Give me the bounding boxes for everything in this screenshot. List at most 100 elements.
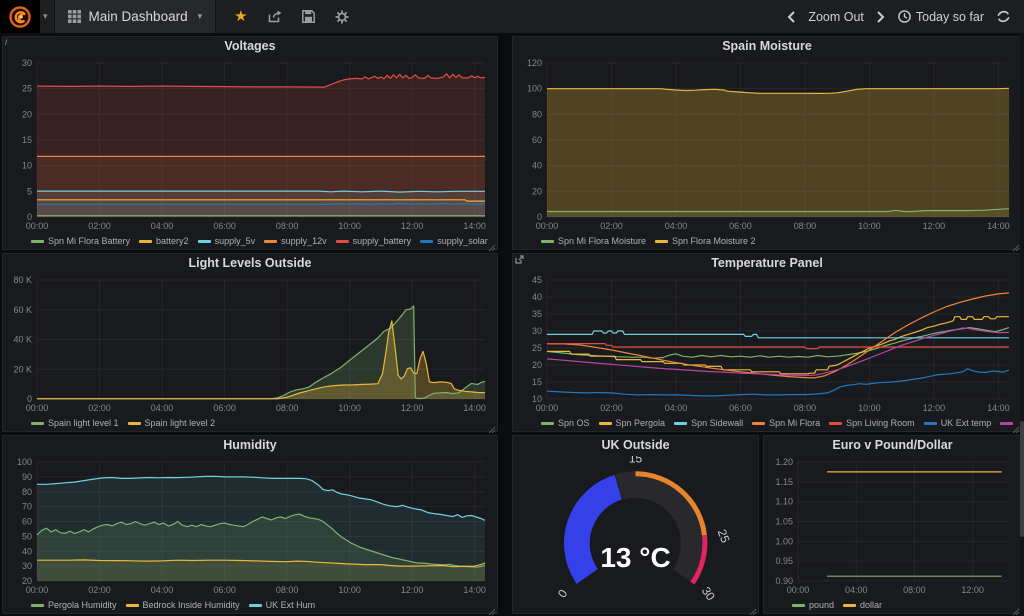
legend-item[interactable]: Spn Mi Flora — [752, 418, 820, 428]
chart-canvas[interactable]: 020 K40 K60 K80 K00:0002:0004:0006:0008:… — [5, 274, 495, 415]
legend-item[interactable]: Spn Mi Flora Moisture — [541, 236, 646, 246]
legend-series-color — [752, 422, 765, 425]
panel-resize-handle[interactable] — [1011, 603, 1020, 612]
svg-text:100: 100 — [17, 457, 32, 467]
grafana-logo-icon — [9, 6, 31, 28]
legend-series-label: Spn OS — [558, 418, 590, 428]
legend-series-label: Spn Mi Flora Battery — [48, 236, 130, 246]
chart-canvas[interactable]: 02040608010012000:0002:0004:0006:0008:00… — [515, 57, 1019, 233]
star-button[interactable]: ★ — [234, 9, 247, 24]
svg-text:14:00: 14:00 — [987, 221, 1010, 231]
legend-item[interactable]: Spn Pergola — [599, 418, 666, 428]
legend-series-color — [792, 604, 805, 607]
time-picker-button[interactable]: Today so far — [898, 10, 984, 24]
chart-canvas[interactable]: 05101520253000:0002:0004:0006:0008:0010:… — [5, 57, 495, 233]
svg-text:14:00: 14:00 — [463, 403, 486, 413]
svg-text:10:00: 10:00 — [338, 403, 361, 413]
panel-resize-handle[interactable] — [748, 603, 757, 612]
svg-text:08:00: 08:00 — [794, 221, 817, 231]
legend-item[interactable]: supply_12v — [264, 236, 327, 246]
save-button[interactable] — [302, 10, 315, 23]
legend-item[interactable]: UK Ext temp — [924, 418, 992, 428]
chart-legend: Spain light level 1 Spain light level 2 — [31, 416, 493, 430]
svg-text:80: 80 — [532, 109, 542, 119]
legend-item[interactable]: Spn Sidewall — [674, 418, 743, 428]
legend-item[interactable]: Spain light level 2 — [128, 418, 216, 428]
legend-series-color — [31, 604, 44, 607]
legend-item[interactable]: Spn OS — [541, 418, 590, 428]
panel-resize-handle[interactable] — [1011, 239, 1020, 248]
panel-title[interactable]: Spain Moisture — [513, 39, 1021, 57]
svg-text:00:00: 00:00 — [787, 585, 810, 595]
panel-title[interactable]: UK Outside — [513, 438, 758, 456]
legend-series-color — [264, 240, 277, 243]
panel-resize-handle[interactable] — [1011, 421, 1020, 430]
legend-series-color — [198, 240, 211, 243]
svg-text:12:00: 12:00 — [961, 585, 984, 595]
settings-button[interactable] — [335, 10, 349, 24]
grafana-logo-button[interactable] — [0, 0, 40, 33]
svg-text:40: 40 — [532, 292, 542, 302]
panel-resize-handle[interactable] — [487, 239, 496, 248]
svg-text:30: 30 — [22, 58, 32, 68]
svg-text:100: 100 — [527, 84, 542, 94]
legend-item[interactable]: battery2 — [139, 236, 189, 246]
legend-series-label: UK Ext Hum — [266, 600, 316, 610]
svg-text:60 K: 60 K — [13, 305, 32, 315]
share-button[interactable] — [268, 10, 282, 23]
legend-item[interactable]: Spn Flora Moisture 2 — [655, 236, 756, 246]
legend-item[interactable]: supply_5v — [198, 236, 256, 246]
info-icon[interactable]: i — [5, 38, 7, 47]
legend-item[interactable]: dollar — [843, 600, 882, 610]
svg-text:12:00: 12:00 — [923, 403, 946, 413]
svg-text:02:00: 02:00 — [88, 585, 111, 595]
svg-text:45: 45 — [532, 275, 542, 285]
legend-series-color — [31, 422, 44, 425]
panel-resize-handle[interactable] — [487, 421, 496, 430]
panel-title[interactable]: Euro v Pound/Dollar — [764, 438, 1021, 456]
legend-item[interactable]: Bedrock Inside Humidity — [126, 600, 240, 610]
grafana-dashboard: ▾ Main Dashboard ▾ ★ — [0, 0, 1024, 616]
legend-item[interactable]: Spn Mi Flora Battery — [31, 236, 130, 246]
panel-title[interactable]: Voltages — [3, 39, 497, 57]
panel-resize-handle[interactable] — [487, 603, 496, 612]
legend-item[interactable]: Pergola Humidity — [31, 600, 117, 610]
legend-item[interactable]: Spn Living Room — [829, 418, 915, 428]
star-icon: ★ — [234, 9, 247, 24]
page-scrollbar[interactable] — [1020, 33, 1024, 616]
caret-down-icon[interactable]: ▾ — [43, 11, 48, 22]
legend-item[interactable]: pound — [792, 600, 834, 610]
shift-time-back-button[interactable] — [787, 11, 795, 23]
gauge-tick-label: 15 — [629, 456, 643, 465]
legend-item[interactable]: Spain light level 1 — [31, 418, 119, 428]
svg-text:15: 15 — [532, 377, 542, 387]
chart-canvas[interactable]: 203040506070809010000:0002:0004:0006:000… — [5, 456, 495, 597]
chart-legend: Spn OS Spn Pergola Spn Sidewall Spn Mi Flor… — [541, 416, 1017, 430]
panel-title[interactable]: Temperature Panel — [513, 256, 1021, 274]
panel-title[interactable]: Light Levels Outside — [3, 256, 497, 274]
svg-text:04:00: 04:00 — [665, 403, 688, 413]
gear-icon — [335, 10, 349, 24]
chart-canvas[interactable]: 0.900.951.001.051.101.151.2000:0004:0008… — [766, 456, 1019, 597]
panel-title[interactable]: Humidity — [3, 438, 497, 456]
legend-item[interactable]: UK Ext Hum — [249, 600, 316, 610]
refresh-button[interactable] — [997, 10, 1010, 23]
legend-item[interactable]: supply_solar — [420, 236, 488, 246]
svg-text:40: 40 — [532, 161, 542, 171]
external-link-icon[interactable] — [515, 255, 524, 266]
shift-time-forward-button[interactable] — [877, 11, 885, 23]
panel-humidity: Humidity 203040506070809010000:0002:0004… — [2, 435, 498, 614]
svg-text:15: 15 — [22, 135, 32, 145]
dashboard-picker[interactable]: Main Dashboard ▾ — [54, 0, 217, 33]
svg-text:10: 10 — [22, 161, 32, 171]
save-icon — [302, 10, 315, 23]
svg-text:06:00: 06:00 — [213, 403, 236, 413]
legend-series-label: Spn Sidewall — [691, 418, 743, 428]
chart-canvas[interactable]: 101520253035404500:0002:0004:0006:0008:0… — [515, 274, 1019, 415]
legend-series-label: Spn Pergola — [616, 418, 666, 428]
dashboard-title: Main Dashboard — [89, 9, 188, 24]
svg-text:40: 40 — [22, 546, 32, 556]
zoom-out-button[interactable]: Zoom Out — [808, 10, 864, 24]
legend-series-label: Spain light level 2 — [145, 418, 216, 428]
legend-item[interactable]: supply_battery — [336, 236, 412, 246]
